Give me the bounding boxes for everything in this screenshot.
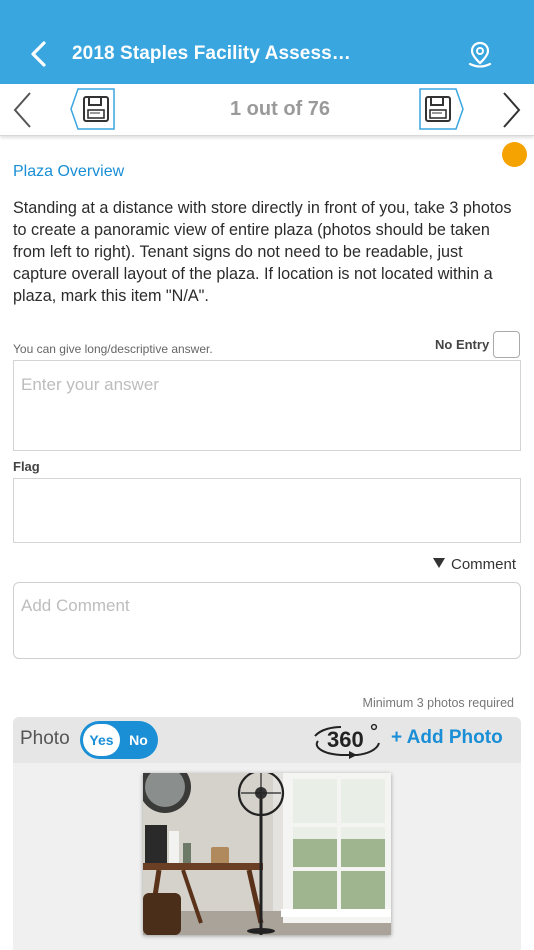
photo-label: Photo [20, 728, 70, 749]
map-pin-icon[interactable] [466, 41, 494, 69]
photo-thumbnail[interactable] [143, 773, 391, 935]
flag-field[interactable] [13, 478, 521, 543]
flag-label: Flag [13, 459, 40, 474]
question-text: Standing at a distance with store direct… [13, 199, 512, 305]
question-counter: 1 out of 76 [229, 98, 330, 120]
photo-panel: Photo Yes No 360 + Add Photo [13, 717, 521, 950]
app-bar: 2018 Staples Facility Assess… [0, 0, 534, 84]
chevron-left-icon[interactable] [26, 40, 52, 68]
caret-down-icon [433, 558, 445, 568]
toggle-yes-option[interactable]: Yes [83, 724, 120, 756]
page-title: 2018 Staples Facility Assess… [72, 43, 351, 64]
photo-requirement: Minimum 3 photos required [362, 696, 514, 710]
question-navigation-bar: 1 out of 76 [0, 84, 534, 136]
save-previous-button[interactable] [70, 88, 118, 130]
photo-header: Photo Yes No 360 + Add Photo [13, 717, 521, 763]
comment-toggle[interactable]: Comment [433, 556, 516, 573]
section-title: Plaza Overview [13, 163, 125, 180]
svg-text:360: 360 [327, 727, 364, 752]
next-question-button[interactable] [496, 90, 524, 130]
no-entry-checkbox[interactable] [493, 331, 520, 358]
add-photo-button[interactable]: + Add Photo [391, 727, 503, 749]
previous-question-button[interactable] [10, 90, 38, 130]
panorama-360-icon[interactable]: 360 [311, 719, 383, 761]
save-next-button[interactable] [416, 88, 464, 130]
status-indicator [502, 142, 527, 167]
answer-placeholder: Enter your answer [21, 375, 159, 394]
toggle-no-option[interactable]: No [122, 724, 155, 756]
answer-hint: You can give long/descriptive answer. [13, 342, 213, 356]
comment-field[interactable]: Add Comment [13, 582, 521, 659]
no-entry-label: No Entry [435, 337, 490, 352]
photo-image [143, 773, 391, 935]
answer-textarea[interactable]: Enter your answer [13, 360, 521, 451]
comment-placeholder: Add Comment [21, 596, 130, 615]
comment-toggle-label: Comment [451, 556, 517, 573]
photo-yes-no-toggle[interactable]: Yes No [80, 721, 158, 759]
